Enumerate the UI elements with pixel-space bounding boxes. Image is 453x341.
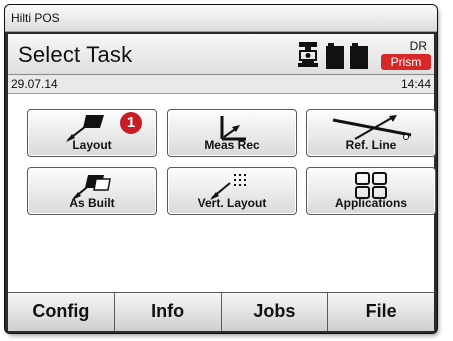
config-button[interactable]: Config xyxy=(8,293,115,331)
mode-badge: Prism xyxy=(381,54,431,70)
jobs-button[interactable]: Jobs xyxy=(221,293,329,331)
applications-button[interactable]: Applications xyxy=(306,167,436,215)
file-button[interactable]: File xyxy=(328,293,434,331)
layout-label: Layout xyxy=(72,138,112,152)
vert-layout-label: Vert. Layout xyxy=(197,196,267,210)
date-display: 29.07.14 xyxy=(11,77,58,91)
status-icons xyxy=(296,41,376,69)
info-button[interactable]: Info xyxy=(114,293,222,331)
callout-marker: 1 xyxy=(120,112,142,134)
window-title-bar: Hilti POS xyxy=(5,5,437,32)
page-title: Select Task xyxy=(18,42,133,67)
as-built-button[interactable]: As Built xyxy=(27,167,157,215)
window-title: Hilti POS xyxy=(11,11,60,25)
ref-line-button[interactable]: Ref. Line xyxy=(306,109,436,157)
screen: Select Task DR Prism 29.07.14 14:44 1 La… xyxy=(8,34,436,331)
measurement-mode[interactable]: DR Prism xyxy=(379,39,431,71)
device-frame: Hilti POS Select Task DR Prism 29.07.14 … xyxy=(5,5,437,333)
instrument-icon xyxy=(298,42,318,67)
battery-icon xyxy=(326,43,368,69)
ref-line-label: Ref. Line xyxy=(345,138,397,152)
header: Select Task DR Prism xyxy=(8,34,434,75)
mode-label: DR xyxy=(409,39,427,53)
vert-layout-button[interactable]: Vert. Layout xyxy=(167,167,297,215)
bottom-bar: Config Info Jobs File xyxy=(8,292,434,331)
as-built-label: As Built xyxy=(69,196,115,210)
layout-button[interactable]: 1 Layout xyxy=(27,109,157,157)
applications-label: Applications xyxy=(334,196,407,210)
meas-rec-label: Meas Rec xyxy=(204,138,260,152)
meas-rec-button[interactable]: Meas Rec xyxy=(167,109,297,157)
info-bar: 29.07.14 14:44 xyxy=(8,75,434,94)
time-display: 14:44 xyxy=(400,77,431,91)
